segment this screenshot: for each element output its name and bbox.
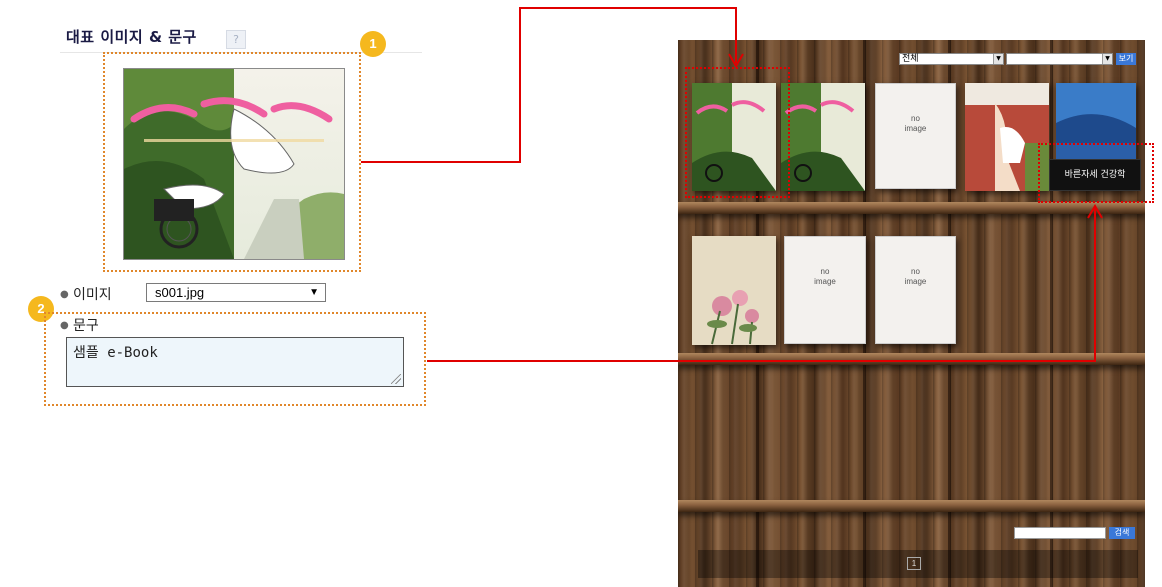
arrow-image-to-shelf	[361, 7, 737, 163]
arrow-caption-to-overlay	[427, 208, 1096, 362]
connector-arrows	[361, 7, 1103, 362]
